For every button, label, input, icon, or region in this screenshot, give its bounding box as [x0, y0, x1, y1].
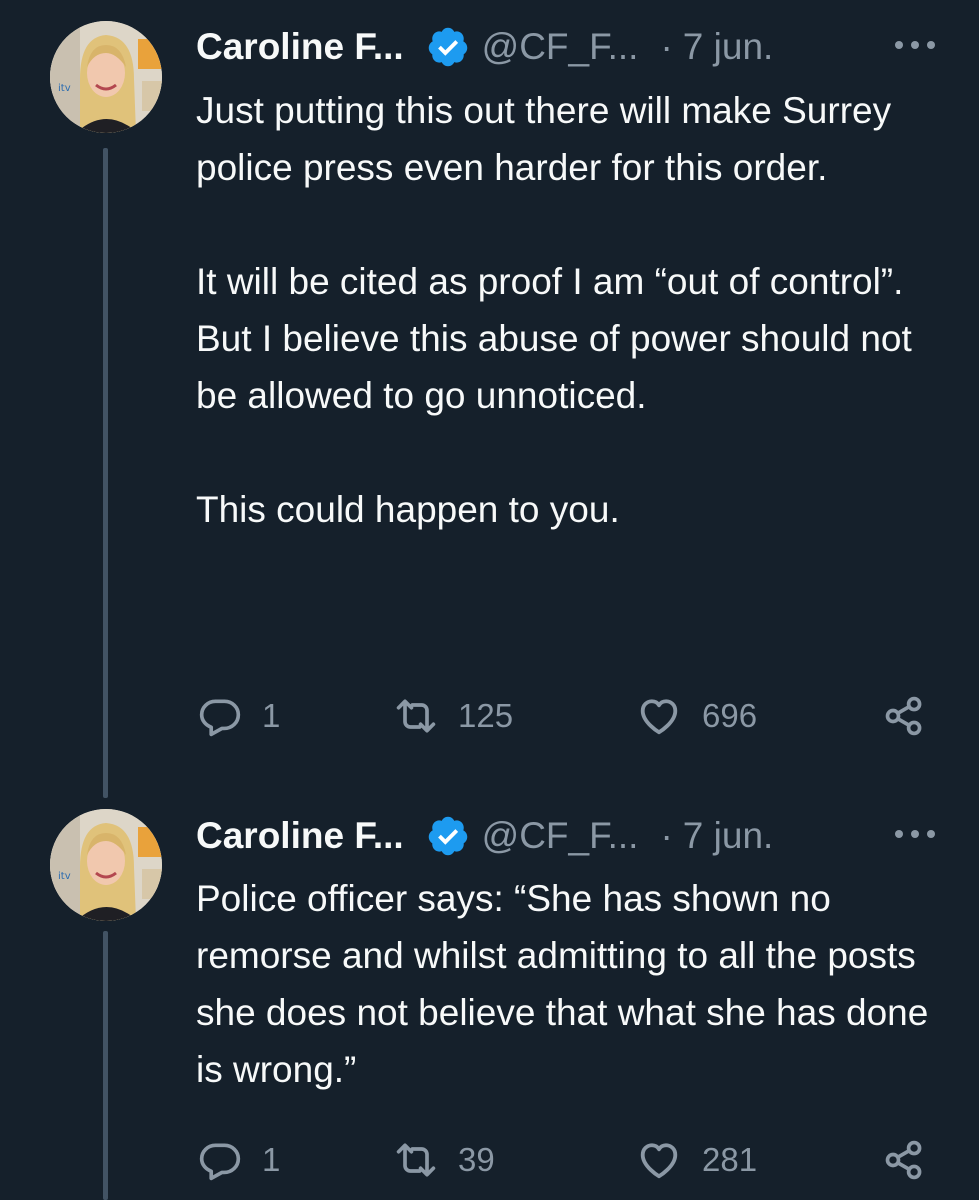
reply-button[interactable]: 1 — [198, 688, 280, 744]
tweet-actions: 1 125 696 — [196, 688, 936, 744]
more-dots-icon[interactable] — [891, 33, 939, 57]
author-handle[interactable]: @CF_F... — [482, 815, 639, 857]
avatar[interactable]: itv — [50, 809, 162, 921]
tweet-paragraph: It will be cited as proof I am “out of c… — [196, 261, 912, 416]
author-name[interactable]: Caroline F... — [196, 26, 404, 68]
author-handle[interactable]: @CF_F... — [482, 26, 639, 68]
tweet-actions: 1 39 281 — [196, 1132, 936, 1188]
reply-bubble-icon — [199, 699, 241, 737]
thread-line — [103, 931, 108, 1200]
verified-badge-icon — [428, 816, 467, 856]
tweet-paragraph: Just putting this out there will make Su… — [196, 90, 892, 188]
tweet-date[interactable]: 7 jun. — [683, 26, 774, 68]
retweet-button[interactable]: 125 — [394, 688, 513, 744]
tweet-paragraph: Police officer says: “She has shown no r… — [196, 878, 929, 1090]
tweet-text: Police officer says: “She has shown no r… — [196, 870, 939, 1098]
more-dots-icon[interactable] — [891, 822, 939, 846]
reply-bubble-icon — [199, 1143, 241, 1181]
like-count: 281 — [702, 1141, 758, 1178]
retweet-count: 125 — [458, 697, 514, 734]
reply-count: 1 — [262, 1141, 281, 1178]
share-icon — [885, 1140, 922, 1180]
like-button[interactable]: 696 — [636, 688, 757, 744]
like-count: 696 — [702, 697, 758, 734]
tweet[interactable]: itv Caroline F... @CF_F... · 7 jun. Just… — [0, 0, 979, 800]
tweet-date[interactable]: 7 jun. — [683, 815, 774, 857]
tweet-text: Just putting this out there will make Su… — [196, 82, 939, 538]
avatar-photo: itv — [50, 21, 162, 133]
retweet-arrows-icon — [396, 1143, 436, 1177]
verified-badge-icon — [428, 27, 467, 67]
avatar[interactable]: itv — [50, 21, 162, 133]
avatar-watermark: itv — [58, 871, 71, 882]
tweet-header: Caroline F... @CF_F... · 7 jun. — [196, 17, 939, 77]
thread-line — [103, 148, 108, 798]
tweet[interactable]: itv Caroline F... @CF_F... · 7 jun. Poli… — [0, 800, 979, 1200]
tweet-header: Caroline F... @CF_F... · 7 jun. — [196, 806, 939, 866]
heart-icon — [640, 1143, 678, 1179]
retweet-button[interactable]: 39 — [394, 1132, 495, 1188]
separator-dot: · — [660, 26, 673, 67]
share-button[interactable] — [882, 688, 926, 744]
retweet-arrows-icon — [396, 699, 436, 733]
separator-dot: · — [660, 815, 673, 856]
reply-button[interactable]: 1 — [198, 1132, 280, 1188]
tweet-paragraph: This could happen to you. — [196, 489, 620, 530]
avatar-watermark: itv — [58, 83, 71, 94]
avatar-photo: itv — [50, 809, 162, 921]
like-button[interactable]: 281 — [636, 1132, 757, 1188]
heart-icon — [640, 699, 678, 735]
author-name[interactable]: Caroline F... — [196, 815, 404, 857]
share-button[interactable] — [882, 1132, 926, 1188]
reply-count: 1 — [262, 697, 281, 734]
retweet-count: 39 — [458, 1141, 495, 1178]
share-icon — [885, 696, 922, 736]
